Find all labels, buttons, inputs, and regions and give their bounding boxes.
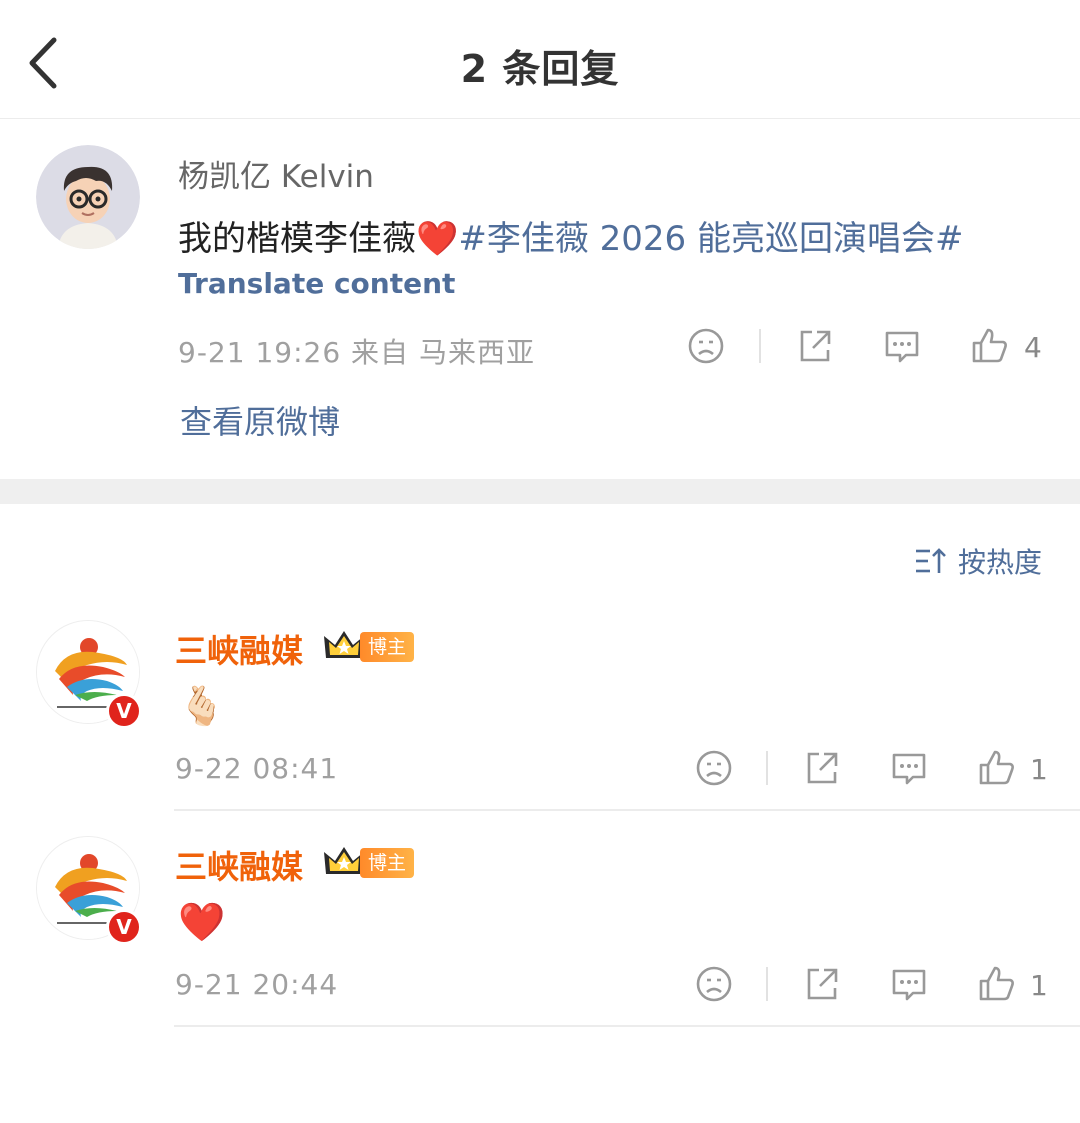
page-title: 2 条回复 [460, 47, 620, 91]
sort-button[interactable]: 按热度 [914, 541, 1042, 581]
thumb-up-icon[interactable] [977, 964, 1017, 1004]
header: 2 条回复 [0, 0, 1080, 119]
reply-divider [174, 809, 1080, 811]
reply-emoji: ❤️ [178, 900, 226, 944]
sort-icon [915, 548, 946, 573]
main-comment: 杨凯亿 Kelvin 我的楷模李佳薇❤️#李佳薇 2026 能亮巡回演唱会# T… [0, 119, 1080, 479]
reply-emoji: 🫰🏻 [178, 684, 226, 728]
blogger-badge: 博主 [360, 848, 415, 878]
sort-label: 按热度 [957, 546, 1042, 579]
comment-icon[interactable] [889, 964, 929, 1004]
translate-link[interactable]: Translate content [178, 267, 455, 300]
verified-v-icon: V [106, 909, 142, 945]
like-count: 1 [1030, 753, 1048, 786]
timestamp-location: 9-21 19:26 来自 马来西亚 [178, 336, 535, 369]
comment-body: 我的楷模李佳薇 [178, 219, 416, 259]
blogger-badge: 博主 [360, 632, 415, 662]
topic-link[interactable]: #李佳薇 2026 能亮巡回演唱会# [458, 219, 963, 259]
action-divider [759, 329, 761, 363]
view-original-link[interactable]: 查看原微博 [180, 397, 340, 443]
reply-item: V 三峡融媒 博主 ❤️ 9-21 20:44 1 [0, 836, 1080, 1052]
username[interactable]: 杨凯亿 Kelvin [178, 151, 374, 196]
heart-emoji: ❤️ [416, 219, 459, 259]
reply-item: V 三峡融媒 博主 🫰🏻 9-22 08:41 1 [0, 620, 1080, 836]
share-icon[interactable] [795, 326, 835, 366]
action-divider [766, 751, 768, 785]
share-icon[interactable] [802, 964, 842, 1004]
dislike-face-icon[interactable] [694, 748, 734, 788]
comment-icon[interactable] [882, 326, 922, 366]
dislike-face-icon[interactable] [686, 326, 726, 366]
timestamp: 9-21 20:44 [175, 968, 339, 1001]
thumb-up-icon[interactable] [970, 326, 1010, 366]
comment-icon[interactable] [889, 748, 929, 788]
reply-divider [174, 1025, 1080, 1027]
thumb-up-icon[interactable] [977, 748, 1017, 788]
like-count: 1 [1030, 969, 1048, 1002]
username[interactable]: 三峡融媒 [175, 626, 303, 672]
share-icon[interactable] [802, 748, 842, 788]
timestamp: 9-22 08:41 [175, 752, 339, 785]
dislike-face-icon[interactable] [694, 964, 734, 1004]
avatar[interactable] [36, 145, 140, 249]
like-count: 4 [1024, 331, 1042, 364]
comment-text: 我的楷模李佳薇❤️#李佳薇 2026 能亮巡回演唱会# [178, 211, 963, 260]
action-divider [766, 967, 768, 1001]
username[interactable]: 三峡融媒 [175, 842, 303, 888]
section-gap [0, 479, 1080, 504]
verified-v-icon: V [106, 693, 142, 729]
